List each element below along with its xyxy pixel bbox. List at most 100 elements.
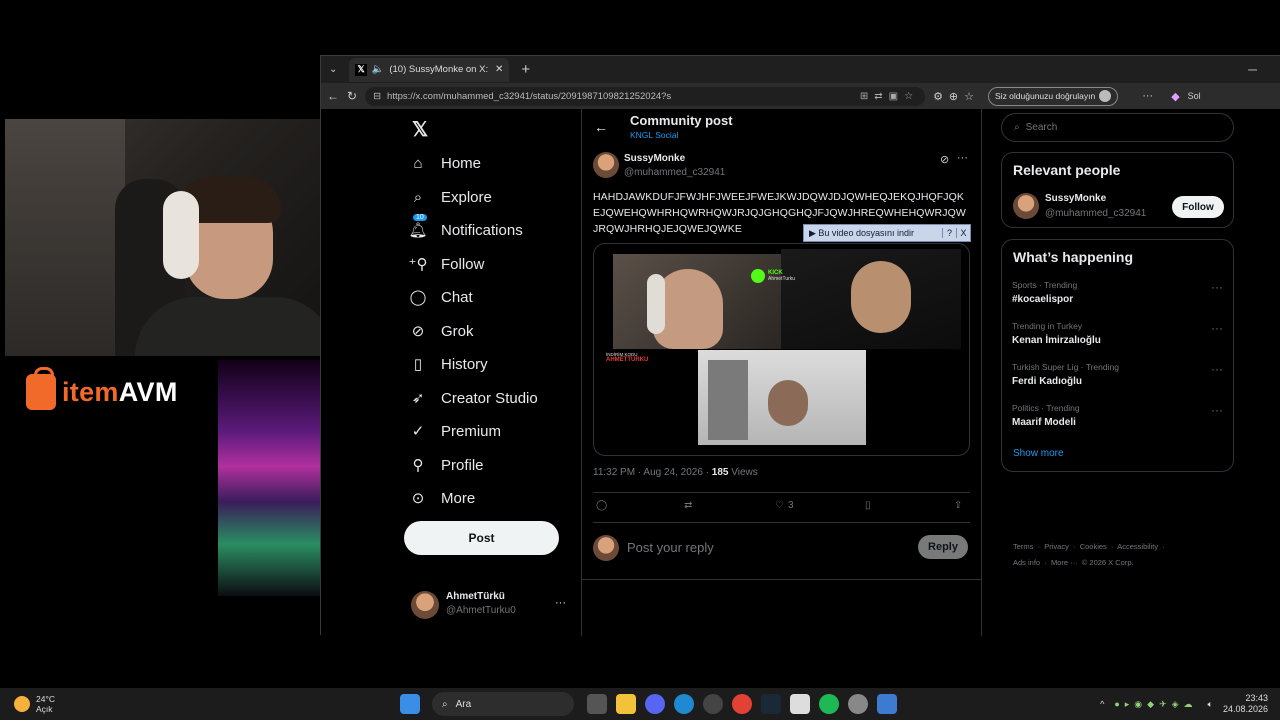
nav-explore[interactable]: ⌕ Explore bbox=[409, 188, 492, 206]
download-video-button[interactable]: ▶ Bu video dosyasını indir bbox=[804, 228, 942, 239]
footer-accessibility[interactable]: Accessibility bbox=[1117, 542, 1158, 551]
refresh-icon[interactable]: ↻ bbox=[347, 89, 357, 103]
post-button[interactable]: Post bbox=[404, 521, 559, 555]
nav-more[interactable]: ⊙ More bbox=[409, 489, 475, 508]
trend-item[interactable]: Trending in Turkey Kenan İmirzalıoğlu bbox=[1012, 321, 1101, 346]
tweet-video[interactable]: KICK AhmetTurku İNDİRİM KODU AHMETTURKU bbox=[593, 243, 970, 456]
nav-creator-studio[interactable]: ➶ Creator Studio bbox=[409, 389, 538, 408]
chrome-icon[interactable] bbox=[731, 694, 752, 714]
relevant-people-title: Relevant people bbox=[1013, 162, 1121, 178]
copilot-icon[interactable]: ◆ bbox=[1171, 90, 1179, 103]
trend-more-icon[interactable]: ··· bbox=[1211, 403, 1223, 417]
nav-follow[interactable]: ⁺⚲ Follow bbox=[409, 255, 485, 274]
nav-grok-label: Grok bbox=[441, 322, 474, 340]
video-download-bar[interactable]: ▶ Bu video dosyasını indir ? X bbox=[803, 224, 971, 242]
community-link[interactable]: KNGL Social bbox=[630, 130, 678, 140]
site-info-icon[interactable]: ⊟ bbox=[373, 91, 381, 102]
bell-icon: 🔔︎ 10 bbox=[408, 214, 428, 239]
follow-button[interactable]: Follow bbox=[1172, 196, 1224, 218]
edge-icon[interactable] bbox=[673, 694, 694, 714]
tweet-timestamp[interactable]: 11:32 PM · Aug 24, 2026 · bbox=[593, 467, 709, 478]
account-menu-dots-icon[interactable]: ··· bbox=[555, 597, 566, 609]
tab-active[interactable]: 𝕏 🔈 (10) SussyMonke on X: "HAHD ✕ bbox=[349, 57, 510, 82]
account-name: AhmetTürkü bbox=[446, 591, 505, 602]
reply-action[interactable]: ◯ bbox=[596, 500, 607, 511]
author-name[interactable]: SussyMonke bbox=[624, 153, 685, 164]
relevant-name[interactable]: SussyMonke bbox=[1045, 193, 1106, 204]
trend-item[interactable]: Sports · Trending #kocaelispor bbox=[1012, 280, 1077, 305]
menu-dots-icon[interactable]: ··· bbox=[1142, 90, 1153, 102]
footer-cookies[interactable]: Cookies bbox=[1080, 542, 1107, 551]
back-arrow-icon[interactable]: ← bbox=[327, 89, 339, 103]
search-input[interactable]: ⌕ Search bbox=[1001, 113, 1234, 142]
reply-input[interactable]: Post your reply bbox=[627, 540, 714, 555]
nav-grok[interactable]: ⊘ Grok bbox=[409, 322, 474, 341]
relevant-avatar[interactable] bbox=[1013, 193, 1039, 219]
address-toolbar: ← ↻ ⊟ https://x.com/muhammed_c32941/stat… bbox=[321, 83, 1280, 109]
views-count: 185 bbox=[711, 467, 729, 478]
trend-meta: Turkish Super Lig · Trending bbox=[1012, 362, 1119, 372]
nav-premium[interactable]: ✓ Premium bbox=[409, 422, 501, 441]
obs-icon[interactable] bbox=[702, 694, 723, 714]
discord-icon[interactable] bbox=[644, 694, 665, 714]
trend-name: Ferdi Kadıoğlu bbox=[1012, 376, 1082, 387]
download-help-button[interactable]: ? bbox=[942, 228, 956, 238]
share-action[interactable]: ⇪ bbox=[954, 500, 962, 511]
weather-temp: 24°C bbox=[36, 694, 55, 704]
like-action[interactable]: ♡ 3 bbox=[775, 500, 794, 511]
author-handle[interactable]: @muhammed_c32941 bbox=[624, 167, 725, 178]
trend-name: #kocaelispor bbox=[1012, 294, 1074, 305]
clock[interactable]: 23:43 24.08.2026 bbox=[1223, 693, 1268, 715]
download-close-button[interactable]: X bbox=[956, 228, 970, 238]
spotify-icon[interactable] bbox=[818, 694, 839, 714]
x-logo-icon[interactable]: 𝕏 bbox=[412, 117, 428, 142]
footer-privacy[interactable]: Privacy bbox=[1044, 542, 1069, 551]
bookmark-action[interactable]: ▯ bbox=[865, 500, 871, 511]
nav-profile[interactable]: ⚲ Profile bbox=[409, 456, 484, 475]
nav-chat[interactable]: ◯ Chat bbox=[409, 288, 473, 307]
app-icon[interactable] bbox=[847, 694, 868, 714]
more-circle-icon: ⊙ bbox=[411, 490, 425, 507]
window-minimize-icon[interactable]: – bbox=[1248, 61, 1257, 79]
account-switcher[interactable]: AhmetTürkü @AhmetTurku0 bbox=[446, 591, 516, 616]
trend-item[interactable]: Politics · Trending Maarif Modeli bbox=[1012, 403, 1080, 428]
nav-notifications[interactable]: 🔔︎ 10 Notifications bbox=[408, 214, 523, 239]
volume-icon[interactable]: 🔈︎ bbox=[1208, 699, 1213, 710]
repost-action[interactable]: ⇄ bbox=[684, 500, 692, 511]
notepad-icon[interactable] bbox=[789, 694, 810, 714]
trend-item[interactable]: Turkish Super Lig · Trending Ferdi Kadıoğ… bbox=[1012, 362, 1119, 387]
new-tab-plus-icon[interactable]: + bbox=[521, 61, 530, 78]
nav-home[interactable]: ⌂ Home bbox=[409, 154, 481, 172]
trend-more-icon[interactable]: ··· bbox=[1211, 280, 1223, 294]
taskbar-search[interactable]: ⌕ Ara bbox=[432, 692, 574, 716]
footer-more[interactable]: More ··· bbox=[1051, 558, 1078, 567]
verify-identity-button[interactable]: Siz olduğunuzu doğrulayın bbox=[988, 86, 1119, 106]
task-view-icon[interactable] bbox=[586, 694, 607, 714]
footer-ads-info[interactable]: Ads info bbox=[1013, 558, 1040, 567]
trend-more-icon[interactable]: ··· bbox=[1211, 362, 1223, 376]
tab-close-icon[interactable]: ✕ bbox=[495, 64, 503, 75]
tab-list-chevron-icon[interactable]: ⌄ bbox=[329, 64, 337, 75]
nav-history[interactable]: ▯ History bbox=[409, 355, 488, 374]
more-dots-icon[interactable]: ··· bbox=[957, 152, 968, 164]
tray-icons[interactable]: ●▸◉◆✈◈☁ bbox=[1114, 699, 1197, 710]
tray-overflow-icon[interactable]: ^ bbox=[1100, 699, 1104, 709]
url-actions-icons[interactable]: ⊞⇄▣☆ bbox=[860, 91, 925, 102]
show-more-link[interactable]: Show more bbox=[1013, 448, 1064, 459]
weather-widget[interactable]: 24°C Açık bbox=[14, 694, 55, 714]
url-field[interactable]: ⊟ https://x.com/muhammed_c32941/status/2… bbox=[365, 86, 926, 106]
file-explorer-icon[interactable] bbox=[615, 694, 636, 714]
relevant-handle[interactable]: @muhammed_c32941 bbox=[1045, 208, 1146, 219]
app-icon[interactable] bbox=[876, 694, 897, 714]
toolbar-extension-icons[interactable]: ⚙⊕☆ bbox=[933, 90, 980, 103]
speaker-icon[interactable]: 🔈 bbox=[372, 64, 384, 75]
account-avatar[interactable] bbox=[411, 591, 439, 619]
grok-explain-icon[interactable]: ⊘ bbox=[940, 153, 949, 166]
reply-button[interactable]: Reply bbox=[918, 535, 968, 559]
back-arrow-icon[interactable]: ← bbox=[594, 119, 608, 135]
windows-start-icon[interactable] bbox=[399, 694, 420, 714]
author-avatar[interactable] bbox=[593, 152, 619, 178]
steam-icon[interactable] bbox=[760, 694, 781, 714]
trend-more-icon[interactable]: ··· bbox=[1211, 321, 1223, 335]
footer-terms[interactable]: Terms bbox=[1013, 542, 1033, 551]
